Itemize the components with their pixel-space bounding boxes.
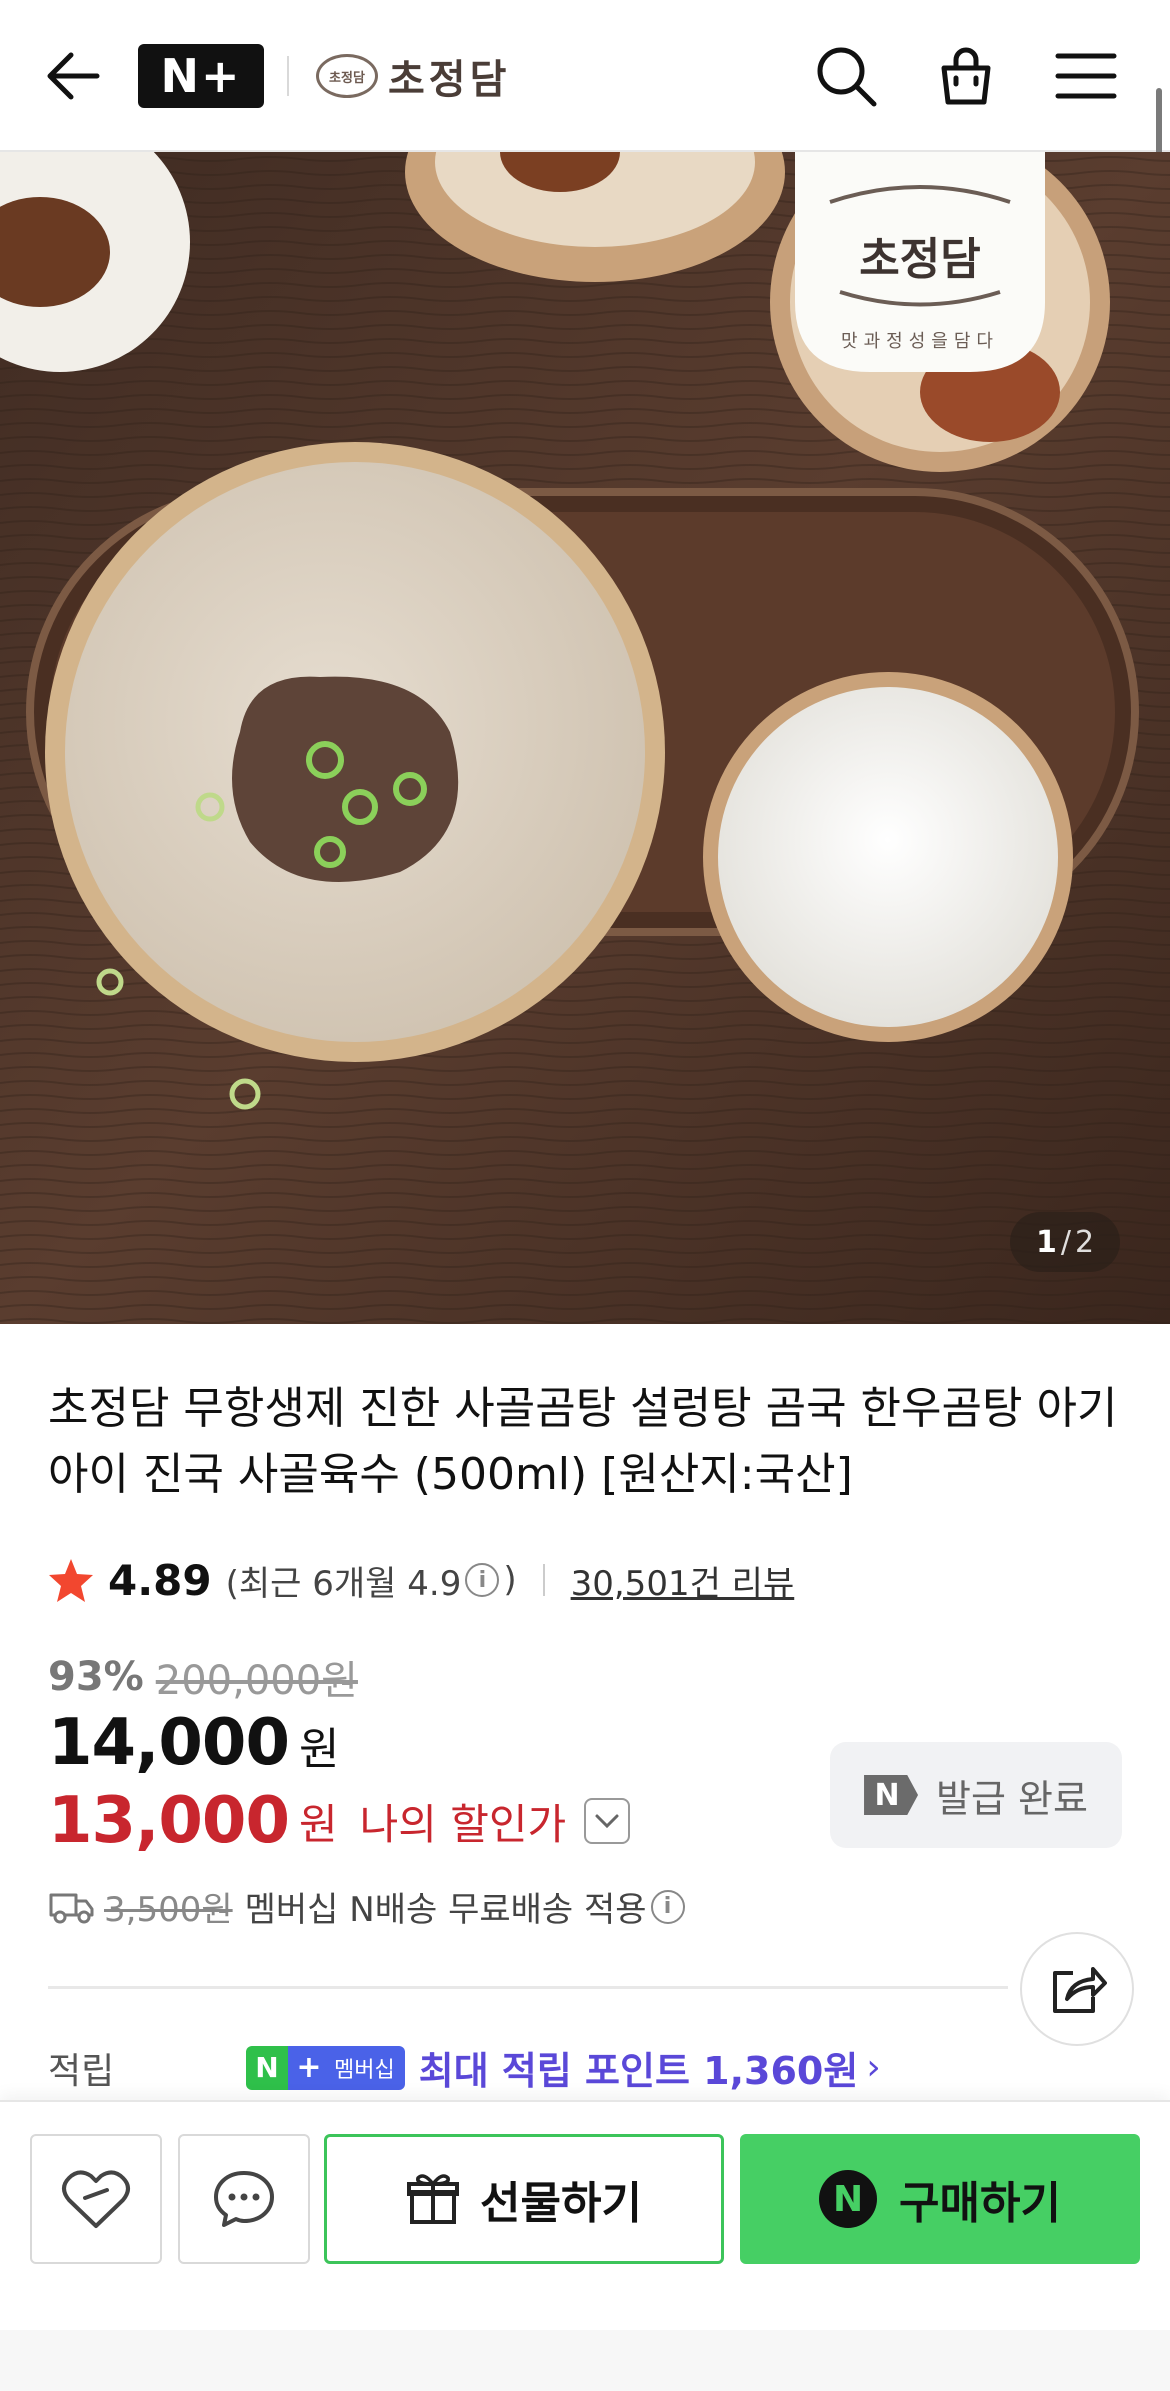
shipping-text: 멤버십 N배송 무료배송 적용 [244,1890,647,1930]
coupon-button[interactable]: N 발급 완료 [830,1742,1122,1848]
shipping-row: 3,500원 멤버십 N배송 무료배송 적용 i [48,1882,689,1931]
rating-divider [542,1564,545,1596]
discount-row: 93% 200,000원 [48,1648,358,1706]
info-icon[interactable]: i [465,1563,500,1597]
gift-icon [407,2174,460,2224]
membership-badge-n: N [246,2045,288,2090]
brand-badge-icon: 초정담 [316,54,378,98]
price-detail-toggle[interactable] [584,1798,631,1844]
recent-rating: (최근 6개월 4.9 i ) [226,1556,517,1605]
back-button[interactable] [40,40,106,112]
search-button[interactable] [808,38,884,114]
talk-button[interactable] [178,2134,310,2264]
sale-price: 14,000 [48,1706,290,1780]
original-price: 200,000원 [155,1658,358,1704]
chevron-down-icon [595,1814,619,1829]
rating-row: 4.89 (최근 6개월 4.9 i ) 30,501건 리뷰 [48,1552,794,1608]
heart-icon [62,2170,130,2228]
gift-button[interactable]: 선물하기 [324,2134,724,2264]
my-discount-price: 13,000 [48,1784,290,1858]
brand-name: 초정담 [388,57,511,103]
points-label: 적립 [48,2050,115,2092]
share-icon [1053,1967,1107,2013]
header-divider [287,56,289,96]
package-brand-text: 초정담 [859,234,980,285]
coupon-icon: N [864,1775,919,1815]
chat-bubble-icon [214,2171,274,2227]
cart-button[interactable] [928,38,1004,114]
rating-score: 4.89 [108,1555,212,1605]
shipping-info-icon[interactable]: i [650,1889,685,1924]
truck-icon [49,1893,94,1923]
discount-percent: 93% [48,1654,144,1700]
menu-button[interactable] [1048,38,1124,114]
image-counter-separator: / [1060,1224,1071,1260]
price-row: 14,000 원 [48,1706,339,1780]
product-photo: 초정담 맛과정성을담다 [0,152,1170,1324]
naver-pay-icon: N [819,2170,878,2228]
buy-button[interactable]: N 구매하기 [740,2134,1140,2264]
naver-plus-logo[interactable]: N+ [138,44,264,108]
share-button[interactable] [1020,1932,1134,2046]
product-title: 초정담 무항생제 진한 사골곰탕 설렁탕 곰국 한우곰탕 아기 아이 진국 사골… [48,1383,1118,1500]
buy-label: 구매하기 [899,2178,1061,2229]
my-price-row: 13,000 원 나의 할인가 [48,1784,631,1858]
wishlist-button[interactable] [30,2134,162,2264]
brand-logo[interactable]: 초정담 초정담 [316,44,510,108]
my-discount-label: 나의 할인가 [359,1799,567,1849]
shipping-original-fee: 3,500원 [104,1890,233,1930]
coupon-label: 발급 완료 [936,1776,1088,1821]
package-tagline-text: 맛과정성을담다 [841,331,999,352]
points-row[interactable]: 적립 N + 멤버십 최대 적립 포인트 1,360원 › [48,2040,881,2095]
image-counter: 1 / 2 [1010,1212,1120,1272]
gift-label: 선물하기 [480,2178,642,2229]
menu-icon [1055,53,1117,99]
star-icon [49,1559,93,1602]
product-image-carousel[interactable]: 초정담 맛과정성을담다 1 / 2 [0,152,1170,1324]
max-points-text: 최대 적립 포인트 1,360원 [418,2049,859,2093]
review-count-link[interactable]: 30,501건 리뷰 [571,1556,795,1605]
membership-badge: N + 멤버십 [246,2045,405,2090]
back-arrow-icon [47,52,100,100]
cart-icon [941,47,991,105]
recent-rating-close: ) [503,1560,517,1600]
sale-price-unit: 원 [298,1724,340,1775]
membership-badge-text: 멤버십 [330,2045,405,2090]
home-indicator-area [0,2330,1170,2391]
membership-badge-plus: + [288,2045,330,2090]
image-counter-total: 2 [1074,1224,1095,1260]
my-discount-price-unit: 원 [298,1799,338,1849]
chevron-right-icon: › [866,2047,881,2088]
search-icon [817,47,877,107]
image-counter-current: 1 [1035,1224,1057,1260]
recent-rating-text: (최근 6개월 4.9 [225,1563,462,1604]
section-divider [48,1986,1008,1989]
top-header: N+ 초정담 초정담 [0,0,1170,264]
